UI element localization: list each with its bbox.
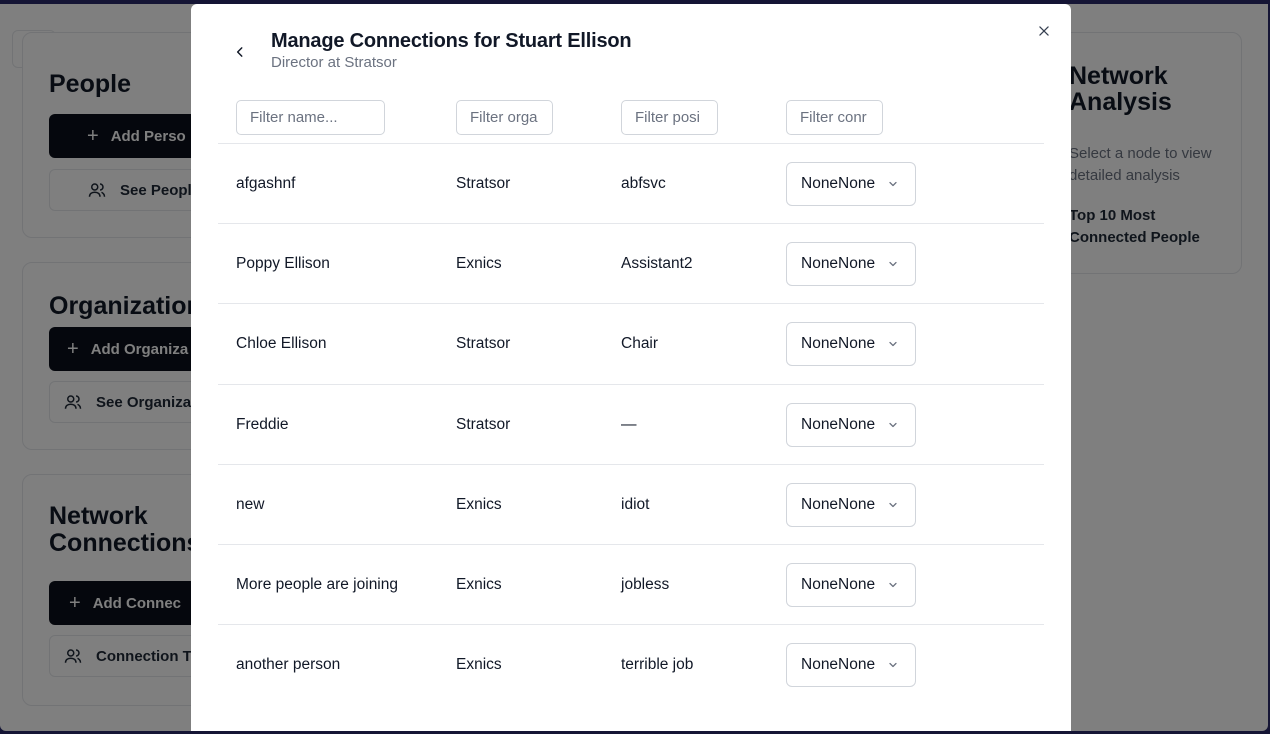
person-name: Poppy Ellison — [236, 255, 330, 273]
person-position: idiot — [621, 495, 650, 513]
person-organization: Stratsor — [456, 175, 511, 192]
person-name: new — [236, 495, 265, 513]
person-organization: Stratsor — [456, 415, 511, 433]
person-organization: Stratsor — [456, 335, 511, 353]
connection-cell: NoneNone — [786, 144, 916, 224]
connection-type-value: NoneNone — [801, 495, 876, 513]
table-row: More people are joining Exnics jobless N… — [218, 543, 1044, 625]
connection-type-select[interactable]: NoneNone — [786, 402, 916, 447]
connection-type-select[interactable]: NoneNone — [786, 562, 916, 607]
connection-type-value: NoneNone — [801, 415, 876, 433]
chevron-down-icon — [887, 579, 899, 591]
chevron-down-icon — [887, 178, 899, 190]
table-row: afgashnf Stratsor abfsvc NoneNone — [218, 143, 1044, 223]
filter-connection-input[interactable] — [786, 100, 883, 135]
connection-cell: NoneNone — [786, 385, 916, 465]
connection-type-select[interactable]: NoneNone — [786, 482, 916, 527]
close-button[interactable] — [1033, 20, 1055, 42]
chevron-left-icon — [236, 47, 243, 57]
filter-position-input[interactable] — [621, 100, 718, 135]
table-row: Chloe Ellison Stratsor Chair NoneNone — [218, 303, 1044, 383]
person-name: Chloe Ellison — [236, 335, 327, 353]
person-position: Chair — [621, 335, 659, 353]
modal-title: Manage Connections for Stuart Ellison — [271, 30, 632, 52]
connection-type-select[interactable]: NoneNone — [786, 643, 916, 688]
connection-type-select[interactable]: NoneNone — [786, 322, 916, 367]
chevron-down-icon — [887, 419, 899, 431]
filter-organization-input[interactable] — [456, 100, 553, 135]
table-row: another person Exnics terrible job NoneN… — [218, 624, 1044, 704]
chevron-down-icon — [887, 659, 899, 671]
modal-subtitle: Director at Stratsor — [271, 54, 397, 71]
connection-type-value: NoneNone — [801, 656, 876, 674]
person-organization: Exnics — [456, 495, 502, 513]
chevron-down-icon — [887, 258, 899, 270]
person-name: another person — [236, 656, 341, 674]
table-row: new Exnics idiot NoneNone — [218, 463, 1044, 545]
connection-type-select[interactable]: NoneNone — [786, 162, 916, 206]
person-name: Freddie — [236, 415, 289, 433]
person-organization: Exnics — [456, 575, 502, 593]
connection-type-value: NoneNone — [801, 175, 876, 192]
connection-type-value: NoneNone — [801, 335, 876, 353]
person-name: More people are joining — [236, 575, 398, 593]
person-position: jobless — [621, 575, 670, 593]
table-row: Poppy Ellison Exnics Assistant2 NoneNone — [218, 223, 1044, 303]
person-position: — — [621, 415, 637, 433]
close-icon — [1039, 26, 1049, 36]
connection-cell: NoneNone — [786, 465, 916, 545]
person-position: abfsvc — [621, 175, 666, 192]
chevron-down-icon — [887, 499, 899, 511]
connection-cell: NoneNone — [786, 625, 916, 705]
person-position: terrible job — [621, 656, 694, 674]
connection-cell: NoneNone — [786, 304, 916, 384]
filter-name-input[interactable] — [236, 100, 385, 135]
person-position: Assistant2 — [621, 255, 693, 273]
connection-type-select[interactable]: NoneNone — [786, 242, 916, 287]
connection-cell: NoneNone — [786, 224, 916, 304]
person-organization: Exnics — [456, 656, 502, 674]
chevron-down-icon — [887, 338, 899, 350]
person-organization: Exnics — [456, 255, 502, 273]
manage-connections-modal: Manage Connections for Stuart Ellison Di… — [191, 4, 1071, 731]
table-row: Freddie Stratsor — NoneNone — [218, 383, 1044, 465]
back-button[interactable] — [231, 40, 249, 64]
connection-cell: NoneNone — [786, 545, 916, 625]
connections-table: afgashnf Stratsor abfsvc NoneNone Poppy … — [218, 143, 1044, 704]
connection-type-value: NoneNone — [801, 575, 876, 593]
connection-type-value: NoneNone — [801, 255, 876, 273]
person-name: afgashnf — [236, 175, 296, 192]
